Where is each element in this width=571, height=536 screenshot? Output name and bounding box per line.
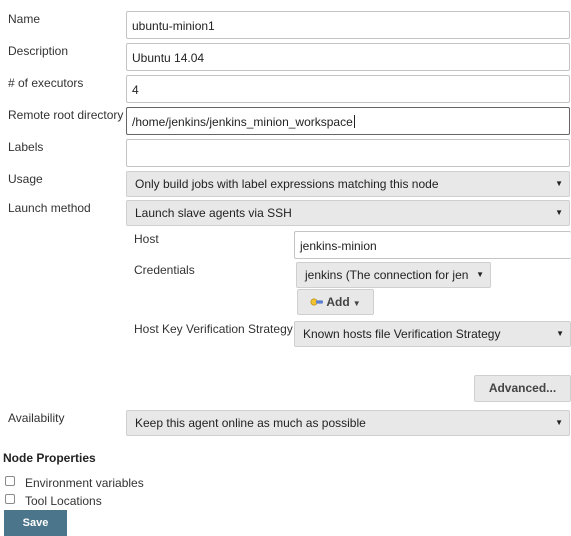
remote-root-field[interactable]: /home/jenkins/jenkins_minion_workspace xyxy=(126,107,570,135)
save-button[interactable]: Save xyxy=(4,510,67,536)
description-label: Description xyxy=(8,44,69,58)
description-field[interactable]: Ubuntu 14.04 xyxy=(126,43,570,71)
host-key-value: Known hosts file Verification Strategy xyxy=(303,327,501,341)
remote-root-value: /home/jenkins/jenkins_minion_workspace xyxy=(132,115,353,129)
name-field[interactable]: ubuntu-minion1 xyxy=(126,11,570,39)
host-key-select[interactable]: Known hosts file Verification Strategy ▼ xyxy=(294,321,571,347)
credentials-select[interactable]: jenkins (The connection for jen ▼ xyxy=(296,262,491,288)
host-field[interactable]: jenkins-minion xyxy=(294,231,571,259)
node-properties-title: Node Properties xyxy=(3,451,96,465)
environment-variables-checkbox[interactable] xyxy=(5,476,15,486)
labels-label: Labels xyxy=(8,140,44,154)
tool-locations-checkbox[interactable] xyxy=(5,494,15,504)
usage-label: Usage xyxy=(8,172,43,186)
caret-down-icon: ▼ xyxy=(352,299,361,308)
host-label: Host xyxy=(134,232,159,246)
labels-field[interactable] xyxy=(126,139,570,167)
add-label: Add xyxy=(326,295,350,309)
advanced-button[interactable]: Advanced... xyxy=(474,375,571,402)
launch-method-label: Launch method xyxy=(8,201,91,215)
host-key-label: Host Key Verification Strategy xyxy=(134,322,293,336)
remote-root-label: Remote root directory xyxy=(8,108,124,122)
caret-down-icon: ▼ xyxy=(555,418,563,427)
name-label: Name xyxy=(8,12,41,26)
key-add-icon xyxy=(310,298,324,306)
credentials-label: Credentials xyxy=(134,263,195,277)
executors-label: # of executors xyxy=(8,76,84,90)
usage-value: Only build jobs with label expressions m… xyxy=(135,177,439,191)
caret-down-icon: ▼ xyxy=(556,329,564,338)
availability-value: Keep this agent online as much as possib… xyxy=(135,416,366,430)
launch-method-select[interactable]: Launch slave agents via SSH ▼ xyxy=(126,200,570,226)
launch-method-value: Launch slave agents via SSH xyxy=(135,206,292,220)
caret-down-icon: ▼ xyxy=(476,270,484,279)
availability-select[interactable]: Keep this agent online as much as possib… xyxy=(126,410,570,436)
caret-down-icon: ▼ xyxy=(555,179,563,188)
caret-down-icon: ▼ xyxy=(555,208,563,217)
tool-locations-label: Tool Locations xyxy=(25,494,102,508)
credentials-value: jenkins (The connection for jen xyxy=(305,268,469,282)
usage-select[interactable]: Only build jobs with label expressions m… xyxy=(126,171,570,197)
text-cursor xyxy=(353,115,355,128)
executors-field[interactable]: 4 xyxy=(126,75,570,103)
add-credentials-button[interactable]: Add ▼ xyxy=(297,289,374,315)
availability-label: Availability xyxy=(8,411,65,425)
environment-variables-label: Environment variables xyxy=(25,476,144,490)
